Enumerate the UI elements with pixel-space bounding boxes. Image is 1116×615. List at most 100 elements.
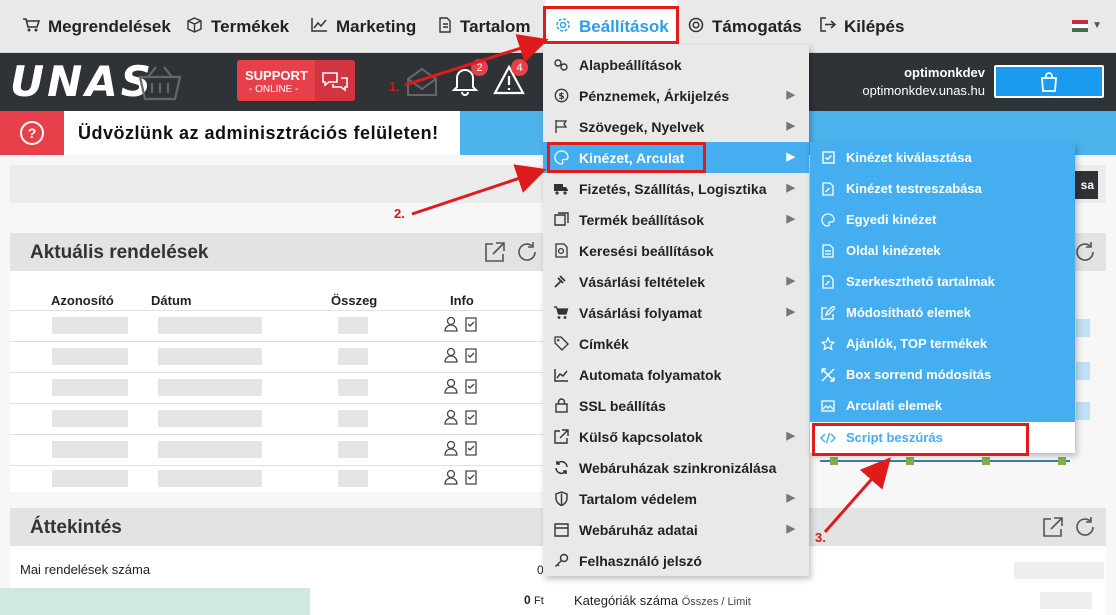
menu-item-automation[interactable]: Automata folyamatok [543, 359, 809, 390]
logout-icon [820, 17, 837, 36]
chart-point [906, 457, 914, 465]
column-header-amount[interactable]: Összeg [331, 293, 377, 308]
truck-icon [543, 182, 579, 195]
shopping-bag-icon [1041, 71, 1057, 92]
support-online-button[interactable]: SUPPORT - ONLINE - [237, 60, 355, 101]
row-info-icons [444, 469, 478, 485]
chart-point [830, 457, 838, 465]
row-info-icons [444, 316, 478, 332]
basket-logo-icon [138, 66, 182, 101]
column-header-date[interactable]: Dátum [151, 293, 191, 308]
help-icon[interactable]: ? [0, 111, 64, 155]
column-header-info[interactable]: Info [450, 293, 474, 308]
logo[interactable]: UNAS [10, 61, 154, 103]
customer-icon[interactable] [444, 316, 458, 332]
nav-orders[interactable]: Megrendelések [22, 0, 171, 53]
submenu-item-custom-theme[interactable]: Egyedi kinézet [810, 204, 1075, 235]
chart-bar [1076, 402, 1090, 420]
nav-logout[interactable]: Kilépés [820, 0, 904, 53]
menu-item-purchase-terms[interactable]: Vásárlási feltételek ▶ [543, 266, 809, 297]
blurred-value [1014, 562, 1104, 579]
customer-icon[interactable] [444, 409, 458, 425]
shield-icon [543, 491, 579, 506]
support-label: SUPPORT [245, 68, 308, 83]
refresh-icon[interactable] [1074, 241, 1096, 263]
highlight-box-settings [543, 6, 679, 44]
menu-item-currencies[interactable]: $ Pénznemek, Árkijelzés ▶ [543, 80, 809, 111]
step-label-3: 3. [815, 530, 826, 545]
chevron-down-icon[interactable]: ▼ [1092, 20, 1102, 31]
refresh-icon[interactable] [1074, 516, 1096, 538]
menu-item-purchase-process[interactable]: Vásárlási folyamat ▶ [543, 297, 809, 328]
checklist-icon[interactable] [464, 409, 478, 425]
pages-icon [810, 243, 846, 258]
refresh-icon[interactable] [516, 241, 538, 263]
row-divider [10, 310, 550, 311]
column-header-id[interactable]: Azonosító [51, 293, 114, 308]
open-external-icon[interactable] [484, 241, 506, 263]
menu-item-user-password[interactable]: Felhasználó jelszó [543, 545, 809, 576]
menu-item-content-protection[interactable]: Tartalom védelem ▶ [543, 483, 809, 514]
envelope-icon[interactable] [405, 65, 439, 99]
submenu-item-editable-content[interactable]: Szerkeszthető tartalmak [810, 266, 1075, 297]
customer-icon[interactable] [444, 347, 458, 363]
row-divider [10, 372, 550, 373]
star-icon [810, 336, 846, 351]
submenu-item-modifiable-elements[interactable]: Módosítható elemek [810, 297, 1075, 328]
menu-item-texts-languages[interactable]: Szövegek, Nyelvek ▶ [543, 111, 809, 142]
gears-icon [543, 58, 579, 72]
checklist-icon[interactable] [464, 469, 478, 485]
submenu-item-box-order[interactable]: Box sorrend módosítás [810, 359, 1075, 390]
alert-badge: 4 [511, 59, 528, 76]
support-status: - ONLINE - [249, 84, 299, 95]
menu-item-product-settings[interactable]: Termék beállítások ▶ [543, 204, 809, 235]
menu-item-tags[interactable]: Címkék [543, 328, 809, 359]
nav-content[interactable]: Tartalom [438, 0, 531, 53]
row-divider [10, 434, 550, 435]
box-icon [186, 16, 203, 37]
customer-icon[interactable] [444, 469, 458, 485]
menu-item-basic-settings[interactable]: Alapbeállítások [543, 49, 809, 80]
menu-item-store-sync[interactable]: Webáruházak szinkronizálása [543, 452, 809, 483]
chevron-right-icon: ▶ [786, 213, 795, 225]
customer-icon[interactable] [444, 440, 458, 456]
menu-item-payment-shipping[interactable]: Fizetés, Szállítás, Logisztika ▶ [543, 173, 809, 204]
step-label-1: 1. [389, 79, 400, 94]
checklist-icon[interactable] [464, 378, 478, 394]
user-info[interactable]: optimonkdev optimonkdev.unas.hu [862, 65, 985, 98]
menu-item-ssl[interactable]: SSL beállítás [543, 390, 809, 421]
nav-marketing[interactable]: Marketing [311, 0, 416, 53]
open-external-icon[interactable] [1042, 516, 1064, 538]
menu-item-store-data[interactable]: Webáruház adatai ▶ [543, 514, 809, 545]
nav-label: Kilépés [844, 16, 905, 36]
chevron-right-icon: ▶ [786, 306, 795, 318]
checklist-icon[interactable] [464, 347, 478, 363]
chevron-right-icon: ▶ [786, 430, 795, 442]
language-flag-icon[interactable] [1072, 20, 1088, 32]
submenu-item-select-theme[interactable]: Kinézet kiválasztása [810, 142, 1075, 173]
menu-item-search-settings[interactable]: Keresési beállítások [543, 235, 809, 266]
highlight-row [0, 588, 310, 615]
shop-bag-button[interactable] [994, 65, 1104, 98]
submenu-item-brand-elements[interactable]: Arculati elemek [810, 390, 1075, 421]
dark-action-button[interactable]: sa [1072, 171, 1098, 199]
checklist-icon[interactable] [464, 440, 478, 456]
automation-icon [543, 368, 579, 382]
menu-item-external-connections[interactable]: Külső kapcsolatok ▶ [543, 421, 809, 452]
settings-dropdown-menu: Alapbeállítások $ Pénznemek, Árkijelzés ▶… [543, 45, 809, 576]
chevron-right-icon: ▶ [786, 492, 795, 504]
nav-label: Marketing [336, 16, 417, 36]
checklist-icon[interactable] [464, 316, 478, 332]
external-link-icon [543, 429, 579, 444]
file-edit-icon [810, 274, 846, 289]
chevron-right-icon: ▶ [786, 523, 795, 535]
chevron-right-icon: ▶ [786, 275, 795, 287]
customer-icon[interactable] [444, 378, 458, 394]
submenu-item-customize-theme[interactable]: Kinézet testreszabása [810, 173, 1075, 204]
blurred-value [1040, 592, 1092, 609]
submenu-item-featured-products[interactable]: Ajánlók, TOP termékek [810, 328, 1075, 359]
submenu-item-page-layouts[interactable]: Oldal kinézetek [810, 235, 1075, 266]
nav-label: Tartalom [460, 16, 531, 36]
nav-products[interactable]: Termékek [186, 0, 289, 53]
cart-process-icon [543, 305, 579, 320]
